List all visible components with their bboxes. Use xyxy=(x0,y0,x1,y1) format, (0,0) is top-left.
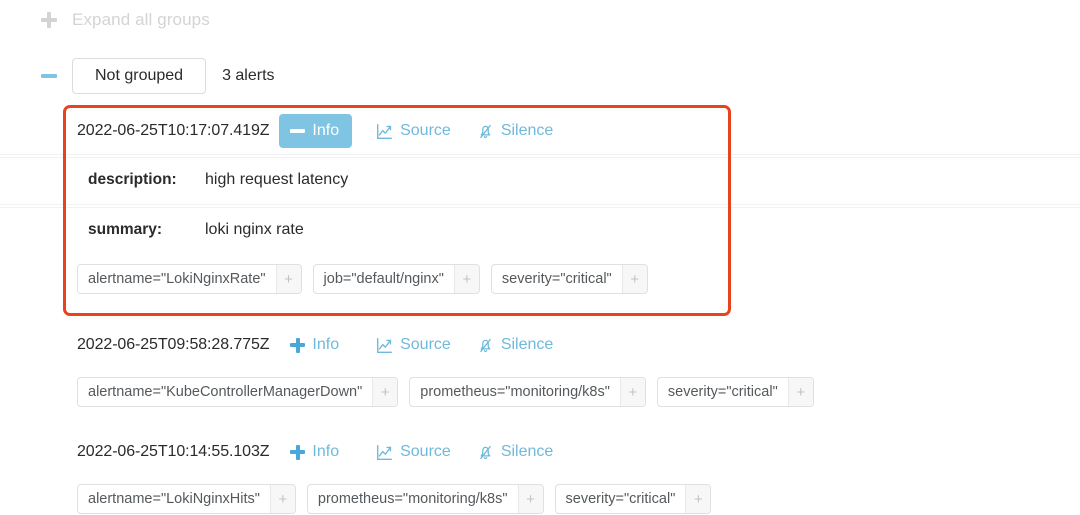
alert-info-label: Info xyxy=(312,122,340,139)
minus-icon xyxy=(290,124,306,139)
label-chip[interactable]: alertname="LokiNginxHits" + xyxy=(77,484,296,514)
line-chart-icon xyxy=(376,337,393,354)
label-chip[interactable]: severity="critical" + xyxy=(656,377,814,407)
expand-all-groups-row[interactable]: Expand all groups xyxy=(0,0,1080,40)
alert-silence-label: Silence xyxy=(500,122,554,139)
alert-label-chips: alertname="LokiNginxRate" + job="default… xyxy=(0,254,1080,308)
alert-item: 2022-06-25T09:58:28.775Z Info Source Sil… xyxy=(0,322,1080,407)
label-chip[interactable]: prometheus="monitoring/k8s" + xyxy=(409,377,646,407)
alert-info-toggle-button[interactable]: Info xyxy=(279,114,353,148)
annotation-value: loki nginx rate xyxy=(205,220,304,238)
alert-silence-link[interactable]: Silence xyxy=(477,336,553,354)
label-chip-add-button[interactable]: + xyxy=(372,378,398,406)
alert-source-link[interactable]: Source xyxy=(376,122,451,140)
label-chip-add-button[interactable]: + xyxy=(621,265,647,293)
bell-slash-icon xyxy=(477,123,494,140)
minus-icon[interactable] xyxy=(40,67,58,85)
label-chip-text: alertname="LokiNginxHits" xyxy=(88,491,260,507)
label-chip-add-button[interactable]: + xyxy=(517,485,543,513)
label-chip-text: prometheus="monitoring/k8s" xyxy=(420,384,610,400)
alert-label-chips: alertname="KubeControllerManagerDown" + … xyxy=(0,368,1080,407)
annotation-row: summary: loki nginx rate xyxy=(0,204,1080,254)
expand-all-groups-label: Expand all groups xyxy=(72,10,210,29)
group-header-row: Not grouped 3 alerts xyxy=(0,53,1080,99)
annotation-row: description: high request latency xyxy=(0,154,1080,204)
label-chip-add-button[interactable]: + xyxy=(275,265,301,293)
annotation-key: description: xyxy=(88,170,177,188)
plus-icon xyxy=(290,337,306,353)
label-chip-text: alertname="KubeControllerManagerDown" xyxy=(88,384,363,400)
alert-source-label: Source xyxy=(400,443,451,460)
row-divider xyxy=(0,207,1080,208)
plus-icon xyxy=(290,444,306,460)
alert-label-chips: alertname="LokiNginxHits" + prometheus="… xyxy=(0,475,1080,514)
label-chip-add-button[interactable]: + xyxy=(453,265,479,293)
label-chip[interactable]: severity="critical" + xyxy=(490,264,648,294)
row-divider xyxy=(0,157,1080,158)
annotation-value: high request latency xyxy=(205,170,349,188)
alert-silence-link[interactable]: Silence xyxy=(477,122,553,140)
label-chip[interactable]: prometheus="monitoring/k8s" + xyxy=(306,484,544,514)
label-chip-add-button[interactable]: + xyxy=(685,485,711,513)
alert-info-toggle-button[interactable]: Info xyxy=(279,328,352,362)
alert-list: 2022-06-25T10:17:07.419Z Info Source Sil… xyxy=(0,108,1080,514)
group-filter-pill[interactable]: Not grouped xyxy=(72,58,207,94)
alert-item: 2022-06-25T10:17:07.419Z Info Source Sil… xyxy=(0,108,1080,308)
alert-source-link[interactable]: Source xyxy=(376,443,451,461)
alert-info-label: Info xyxy=(312,336,340,353)
alert-header: 2022-06-25T09:58:28.775Z Info Source Sil… xyxy=(0,322,1080,368)
alert-silence-link[interactable]: Silence xyxy=(477,443,553,461)
alert-timestamp: 2022-06-25T10:14:55.103Z xyxy=(77,443,270,460)
label-chip[interactable]: alertname="KubeControllerManagerDown" + xyxy=(77,377,399,407)
label-chip[interactable]: job="default/nginx" + xyxy=(312,264,480,294)
alert-info-toggle-button[interactable]: Info xyxy=(279,435,352,469)
label-chip-text: alertname="LokiNginxRate" xyxy=(88,271,266,287)
label-chip-add-button[interactable]: + xyxy=(619,378,645,406)
alert-timestamp: 2022-06-25T10:17:07.419Z xyxy=(77,122,270,139)
alert-silence-label: Silence xyxy=(500,443,554,460)
line-chart-icon xyxy=(376,444,393,461)
annotation-key: summary: xyxy=(88,220,163,238)
label-chip[interactable]: alertname="LokiNginxRate" + xyxy=(77,264,302,294)
line-chart-icon xyxy=(376,123,393,140)
alert-header: 2022-06-25T10:17:07.419Z Info Source Sil… xyxy=(0,108,1080,154)
alert-timestamp: 2022-06-25T09:58:28.775Z xyxy=(77,336,270,353)
alert-item: 2022-06-25T10:14:55.103Z Info Source Sil… xyxy=(0,429,1080,514)
bell-slash-icon xyxy=(477,337,494,354)
group-alert-count: 3 alerts xyxy=(222,67,275,84)
alert-silence-label: Silence xyxy=(500,336,554,353)
bell-slash-icon xyxy=(477,444,494,461)
label-chip-text: severity="critical" xyxy=(565,491,676,507)
alert-source-link[interactable]: Source xyxy=(376,336,451,354)
plus-icon xyxy=(40,11,58,29)
label-chip-add-button[interactable]: + xyxy=(787,378,813,406)
label-chip-add-button[interactable]: + xyxy=(269,485,295,513)
label-chip-text: severity="critical" xyxy=(667,384,778,400)
alert-info-label: Info xyxy=(312,443,340,460)
label-chip-text: severity="critical" xyxy=(501,271,612,287)
label-chip-text: prometheus="monitoring/k8s" xyxy=(317,491,508,507)
label-chip-text: job="default/nginx" xyxy=(323,271,444,287)
alert-source-label: Source xyxy=(400,122,451,139)
label-chip[interactable]: severity="critical" + xyxy=(554,484,712,514)
alert-source-label: Source xyxy=(400,336,451,353)
alert-header: 2022-06-25T10:14:55.103Z Info Source Sil… xyxy=(0,429,1080,475)
